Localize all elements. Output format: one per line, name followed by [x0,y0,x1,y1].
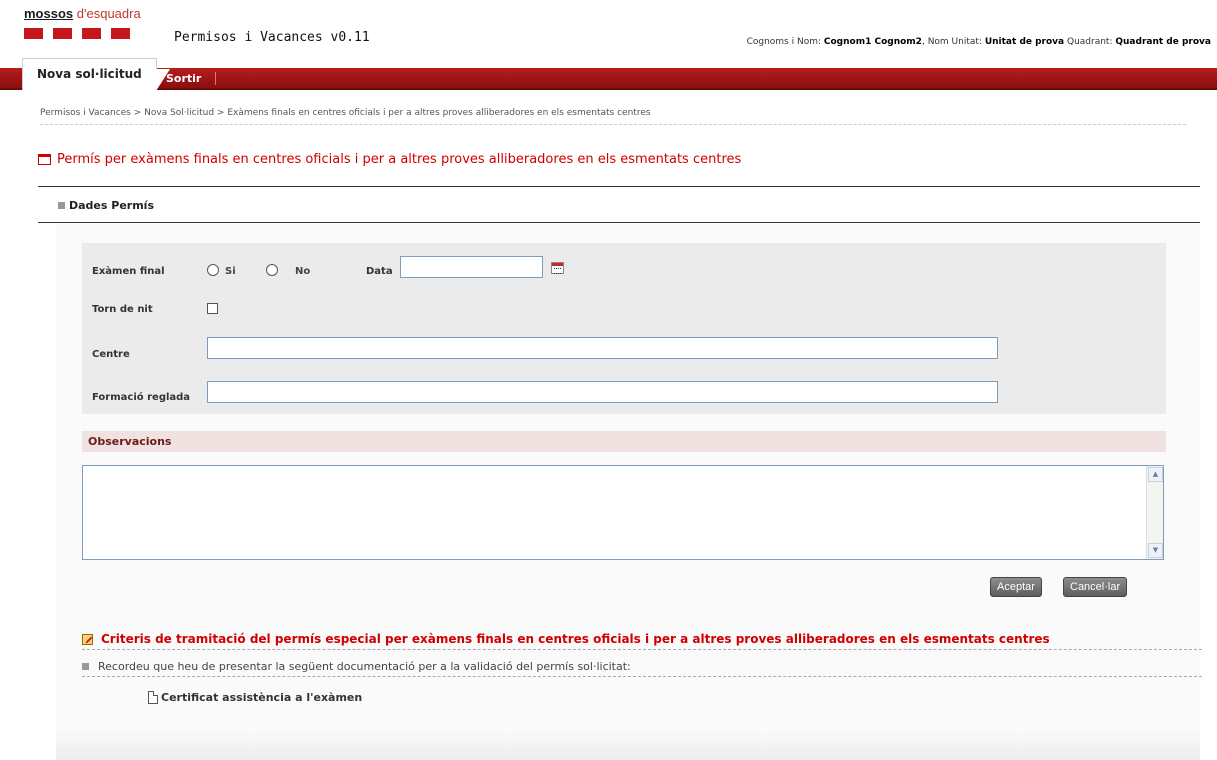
bullet-square-icon [82,663,89,670]
centre-label: Centre [92,349,130,360]
observations-header: Observacions [82,431,1166,452]
logo-squares [24,28,130,39]
logo-bold-text: mossos [24,6,74,21]
window-icon [38,154,51,165]
user-name-label: Cognoms i Nom: [746,37,822,47]
quadrant-value: Quadrant de prova [1115,37,1211,47]
observations-textarea[interactable] [82,465,1164,560]
criteria-title-text: Criteris de tramitació del permís especi… [101,632,1050,646]
calendar-icon[interactable] [551,262,564,274]
edit-note-icon [82,633,93,645]
document-icon [148,691,158,704]
accept-button[interactable]: Aceptar [990,577,1042,597]
unit-label: Nom Unitat: [927,37,982,47]
unit-value: Unitat de prova [984,37,1065,47]
training-input[interactable] [207,381,998,403]
centre-input[interactable] [207,337,998,359]
quadrant-label: Quadrant: [1067,37,1113,47]
date-input[interactable] [400,256,543,278]
radio-final-exam-no[interactable] [266,264,278,276]
training-label: Formació reglada [92,392,191,403]
bottom-fade [56,730,1200,760]
final-exam-label: Exàmen final [92,266,165,277]
breadcrumb: Permisos i Vacances > Nova Sol·licitud >… [40,108,1186,125]
cancel-button[interactable]: Cancel·lar [1063,577,1128,597]
divider [38,222,1200,223]
tab-new-request[interactable]: Nova sol·licitud [22,58,170,91]
section-title: Dades Permís [58,199,154,212]
night-shift-label: Torn de nit [92,304,153,315]
bullet-square-icon [58,202,65,209]
observations-scrollbar[interactable]: ▲ ▼ [1146,466,1163,559]
tab-exit[interactable]: Sortir [166,72,217,85]
user-name-value: Cognom1 Cognom2 [823,37,922,47]
reminder-text: Recordeu que heu de presentar la següent… [98,660,631,673]
scroll-up-icon[interactable]: ▲ [1148,467,1163,482]
document-item: Certificat assistència a l'exàmen [148,691,362,704]
date-label: Data [366,266,393,277]
radio-final-exam-yes[interactable] [207,264,219,276]
document-item-label: Certificat assistència a l'exàmen [161,691,363,704]
mossos-logo: mossos d'esquadra [24,6,154,46]
tab-bar: Nova sol·licitud Sortir [0,58,1217,91]
scroll-down-icon[interactable]: ▼ [1148,543,1163,558]
documentation-reminder: Recordeu que heu de presentar la següent… [82,660,1202,677]
user-info: Cognoms i Nom: Cognom1 Cognom2, Nom Unit… [746,37,1211,47]
radio-no-label: No [295,266,311,277]
criteria-title: Criteris de tramitació del permís especi… [82,632,1202,650]
night-shift-checkbox[interactable] [207,303,218,314]
divider [38,186,1200,187]
app-title: Permisos i Vacances v0.11 [174,30,370,45]
section-title-text: Dades Permís [69,199,154,212]
page-title: Permís per exàmens finals en centres ofi… [38,152,741,167]
page-title-text: Permís per exàmens finals en centres ofi… [57,152,742,167]
logo-light-text: d'esquadra [76,6,141,21]
app-header: mossos d'esquadra Permisos i Vacances v0… [0,0,1217,58]
radio-yes-label: Si [225,266,236,277]
